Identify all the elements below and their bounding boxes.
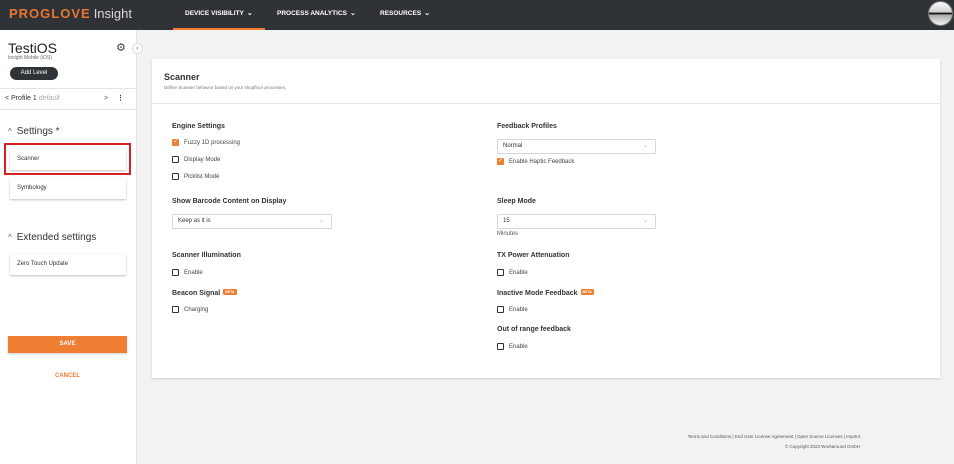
page-description: Define Scanner behavior based on your sh… xyxy=(164,85,287,90)
engine-settings-label: Engine Settings xyxy=(172,123,225,130)
section-label: Extended settings xyxy=(16,232,97,243)
chevron-up-icon: ^ xyxy=(8,233,12,242)
illumination-enable-checkbox[interactable]: Enable xyxy=(172,269,203,276)
chevron-right-icon[interactable]: > xyxy=(104,95,108,102)
sidebar: TestiOS Insight Mobile (iOS) ⚙ ‹ Add Lev… xyxy=(0,30,143,464)
checkbox-unchecked-icon xyxy=(497,343,504,350)
sleep-mode-unit: Minutes xyxy=(497,231,519,237)
save-button[interactable]: SAVE xyxy=(8,336,127,353)
label-text: Inactive Mode Feedback xyxy=(497,290,578,297)
top-nav-bar: PROGLOVE Insight DEVICE VISIBILITY ⌄ PROCE… xyxy=(0,0,954,30)
active-tab-indicator xyxy=(173,28,265,30)
chevron-down-icon: ⌄ xyxy=(642,218,648,224)
nav-label: RESOURCES xyxy=(380,10,422,17)
nav-process-analytics[interactable]: PROCESS ANALYTICS ⌄ xyxy=(277,10,356,17)
scanner-illumination-label: Scanner Illumination xyxy=(172,252,241,259)
chevron-down-icon: ⌄ xyxy=(349,10,356,17)
barcode-display-label: Show Barcode Content on Display xyxy=(172,198,287,205)
nav-label: PROCESS ANALYTICS xyxy=(277,10,347,17)
picklist-mode-checkbox[interactable]: Picklist Mode xyxy=(172,173,219,180)
checkbox-label: Charging xyxy=(184,306,209,313)
chevron-left-icon[interactable]: < xyxy=(5,95,9,102)
chevron-down-icon: ⌄ xyxy=(318,218,324,224)
beacon-signal-label: Beacon Signal BETA xyxy=(172,289,237,297)
footer: Terms and Conditions | End User License … xyxy=(688,432,860,452)
barcode-display-select[interactable]: Keep as it is ⌄ xyxy=(172,214,332,229)
checkbox-label: Display Mode xyxy=(184,156,221,163)
footer-links[interactable]: Terms and Conditions | End User License … xyxy=(688,432,860,442)
checkbox-unchecked-icon xyxy=(497,269,504,276)
tx-power-enable-checkbox[interactable]: Enable xyxy=(497,269,528,276)
inactive-mode-feedback-label: Inactive Mode Feedback BETA xyxy=(497,289,594,297)
extended-section-title[interactable]: ^ Extended settings xyxy=(8,232,96,243)
out-of-range-enable-checkbox[interactable]: Enable xyxy=(497,343,528,350)
beta-badge: BETA xyxy=(223,289,237,295)
selection-highlight xyxy=(4,143,131,175)
profile-default-tag: default xyxy=(38,95,60,102)
checkbox-label: Picklist Mode xyxy=(184,173,220,180)
more-vert-icon[interactable]: ⋮ xyxy=(117,94,124,102)
chevron-down-icon: ⌄ xyxy=(642,143,648,149)
copyright: © Copyright 2023 Workaround GmbH xyxy=(784,444,860,449)
select-value: Normal xyxy=(503,143,523,149)
sleep-mode-label: Sleep Mode xyxy=(497,198,536,205)
gear-icon[interactable]: ⚙ xyxy=(116,41,126,54)
beacon-charging-checkbox[interactable]: Charging xyxy=(172,306,208,313)
divider xyxy=(0,109,136,110)
sidebar-item-zero-touch-update[interactable]: Zero Touch Update xyxy=(10,254,126,275)
checkbox-unchecked-icon xyxy=(172,269,179,276)
tx-power-label: TX Power Attenuation xyxy=(497,252,570,259)
brand-name: PROGLOVE xyxy=(9,6,91,21)
chevron-down-icon: ⌄ xyxy=(246,10,253,17)
brand-suffix: Insight xyxy=(93,6,132,21)
select-value: Keep as it is xyxy=(178,218,211,224)
checkbox-label: Enable xyxy=(509,343,528,350)
checkbox-label: Enable Haptic Feedback xyxy=(509,158,575,165)
label-text: Beacon Signal xyxy=(172,290,221,297)
chevron-left-icon: ‹ xyxy=(136,45,139,52)
checkbox-unchecked-icon xyxy=(172,306,179,313)
nav-device-visibility[interactable]: DEVICE VISIBILITY ⌄ xyxy=(185,10,253,17)
app-name: TestiOS xyxy=(8,40,58,56)
out-of-range-label: Out of range feedback xyxy=(497,326,571,333)
checkbox-unchecked-icon xyxy=(497,306,504,313)
beta-badge: BETA xyxy=(580,289,594,295)
settings-section-title[interactable]: ^ Settings * xyxy=(8,126,60,137)
checkbox-label: Enable xyxy=(509,269,528,276)
fuzzy-1d-checkbox[interactable]: ✓ Fuzzy 1D processing xyxy=(172,139,240,146)
checkbox-unchecked-icon xyxy=(172,173,179,180)
display-mode-checkbox[interactable]: Display Mode xyxy=(172,156,220,163)
profile-name: Profile 1 xyxy=(11,95,37,102)
page-title: Scanner xyxy=(164,72,200,82)
chevron-up-icon: ^ xyxy=(8,127,12,136)
cancel-button[interactable]: CANCEL xyxy=(8,373,127,379)
feedback-profiles-label: Feedback Profiles xyxy=(497,123,557,130)
brand-logo[interactable]: PROGLOVE Insight xyxy=(9,6,132,21)
app-subtitle: Insight Mobile (iOS) xyxy=(8,55,52,61)
inactive-mode-enable-checkbox[interactable]: Enable xyxy=(497,306,528,313)
section-label: Settings * xyxy=(16,126,60,137)
checkbox-unchecked-icon xyxy=(172,156,179,163)
sleep-mode-select[interactable]: 15 ⌄ xyxy=(497,214,656,229)
nav-resources[interactable]: RESOURCES ⌄ xyxy=(380,10,430,17)
checkbox-checked-icon: ✓ xyxy=(497,158,504,165)
select-value: 15 xyxy=(503,218,510,224)
chevron-down-icon: ⌄ xyxy=(424,10,431,17)
collapse-sidebar-button[interactable]: ‹ xyxy=(132,43,143,54)
divider xyxy=(0,88,136,89)
sidebar-item-symbology[interactable]: Symbology xyxy=(10,178,126,199)
checkbox-label: Enable xyxy=(184,269,203,276)
checkbox-label: Enable xyxy=(509,306,528,313)
feedback-profile-select[interactable]: Normal ⌄ xyxy=(497,139,656,154)
scanner-settings-card: Scanner Define Scanner behavior based on… xyxy=(152,59,940,378)
nav-label: DEVICE VISIBILITY xyxy=(185,10,244,17)
haptic-feedback-checkbox[interactable]: ✓ Enable Haptic Feedback xyxy=(497,158,574,165)
divider xyxy=(152,103,940,104)
add-level-button[interactable]: Add Level xyxy=(10,67,58,80)
profile-selector[interactable]: < Profile 1 default > ⋮ xyxy=(5,95,131,102)
checkbox-checked-icon: ✓ xyxy=(172,139,179,146)
checkbox-label: Fuzzy 1D processing xyxy=(184,139,241,146)
avatar[interactable] xyxy=(928,1,953,26)
